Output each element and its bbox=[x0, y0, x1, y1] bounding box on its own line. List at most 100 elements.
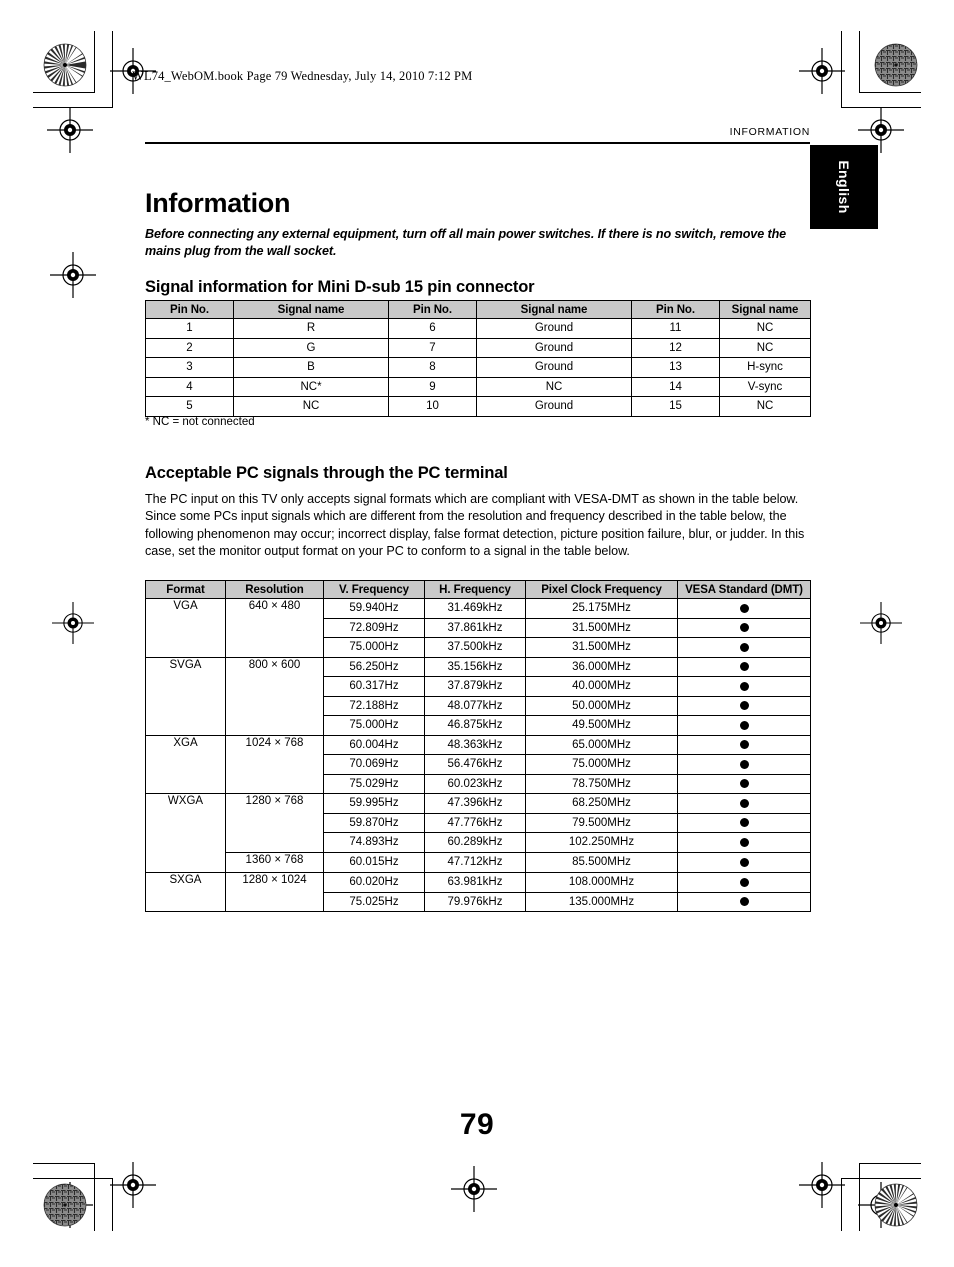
vesa-standard-cell bbox=[677, 715, 811, 736]
registration-crosshair-icon bbox=[50, 252, 96, 298]
format-cell: VGA bbox=[145, 598, 226, 658]
lead-warning-note: Before connecting any external equipment… bbox=[145, 226, 787, 259]
star-target-icon bbox=[43, 43, 87, 92]
h-freq-cell: 37.879kHz bbox=[424, 676, 526, 697]
vesa-standard-cell bbox=[677, 851, 811, 873]
column-header: Resolution bbox=[225, 580, 324, 599]
star-target-icon bbox=[874, 1183, 918, 1232]
column-header: H. Frequency bbox=[424, 580, 526, 599]
table-row: VGA 640 × 480 59.940Hz 31.469kHz 25.175MHz bbox=[145, 598, 811, 658]
table-cell: Ground bbox=[476, 357, 632, 378]
table-cell: Ground bbox=[476, 396, 632, 417]
filled-circle-icon bbox=[739, 759, 749, 769]
column-header: Pin No. bbox=[145, 300, 234, 319]
section-heading-acceptable-pc-signals: Acceptable PC signals through the PC ter… bbox=[145, 463, 508, 482]
pixel-clock-cell: 85.500MHz bbox=[525, 851, 678, 873]
v-freq-cell: 60.004Hz bbox=[323, 734, 425, 755]
table-header-row: Format Resolution V. Frequency H. Freque… bbox=[145, 580, 811, 599]
column-header: Signal name bbox=[719, 300, 811, 319]
v-freq-cell: 74.893Hz bbox=[323, 832, 425, 853]
running-head: INFORMATION bbox=[729, 126, 810, 138]
h-freq-cell: 47.712kHz bbox=[424, 851, 526, 873]
pixel-clock-cell: 40.000MHz bbox=[525, 676, 678, 697]
v-freq-cell: 72.188Hz bbox=[323, 695, 425, 716]
table-cell: 7 bbox=[388, 337, 477, 358]
registration-crosshair-icon bbox=[860, 602, 902, 644]
v-freq-cell: 75.000Hz bbox=[323, 637, 425, 658]
filled-circle-icon bbox=[739, 603, 749, 613]
filled-circle-icon bbox=[739, 720, 749, 730]
trim-line bbox=[859, 31, 860, 93]
vesa-standard-cell bbox=[677, 734, 811, 755]
v-freq-cell: 59.940Hz bbox=[323, 598, 425, 619]
registration-crosshair-icon bbox=[799, 48, 845, 94]
pixel-clock-cell: 31.500MHz bbox=[525, 637, 678, 658]
format-cell: SVGA bbox=[145, 656, 226, 736]
language-tab-label: English bbox=[836, 160, 852, 214]
resolution-cell: 800 × 600 bbox=[225, 656, 324, 736]
column-header: Pin No. bbox=[388, 300, 477, 319]
v-freq-cell: 59.870Hz bbox=[323, 812, 425, 833]
filled-circle-icon bbox=[739, 857, 749, 867]
vesa-standard-cell bbox=[677, 676, 811, 697]
h-freq-cell: 79.976kHz bbox=[424, 891, 526, 912]
h-freq-cell: 60.289kHz bbox=[424, 832, 526, 853]
table-cell: Ground bbox=[476, 318, 632, 339]
table-header-row: Pin No. Signal name Pin No. Signal name … bbox=[145, 300, 811, 319]
format-cell: WXGA bbox=[145, 793, 226, 873]
header-rule bbox=[145, 142, 810, 144]
pixel-clock-cell: 31.500MHz bbox=[525, 617, 678, 638]
pixel-clock-cell: 78.750MHz bbox=[525, 773, 678, 794]
trim-line bbox=[94, 1163, 95, 1231]
h-freq-cell: 63.981kHz bbox=[424, 872, 526, 893]
table-cell: Ground bbox=[476, 337, 632, 358]
registration-crosshair-icon bbox=[451, 1166, 497, 1212]
table-cell: R bbox=[233, 318, 389, 339]
vesa-standard-cell bbox=[677, 832, 811, 853]
registration-crosshair-icon bbox=[47, 107, 93, 153]
table-cell: 4 bbox=[145, 376, 234, 397]
job-slug-line: WL74_WebOM.book Page 79 Wednesday, July … bbox=[132, 69, 473, 83]
table-cell: 12 bbox=[631, 337, 720, 358]
column-header: VESA Standard (DMT) bbox=[677, 580, 811, 599]
pixel-clock-cell: 79.500MHz bbox=[525, 812, 678, 833]
filled-circle-icon bbox=[739, 701, 749, 711]
v-freq-cell: 59.995Hz bbox=[323, 793, 425, 814]
table-cell: NC* bbox=[233, 376, 389, 397]
table-cell: 3 bbox=[145, 357, 234, 378]
vesa-standard-cell bbox=[677, 812, 811, 833]
column-header: Pin No. bbox=[631, 300, 720, 319]
table-row: 3 B 8 Ground 13 H-sync bbox=[145, 357, 811, 378]
trim-line bbox=[33, 1178, 113, 1179]
table-cell: 13 bbox=[631, 357, 720, 378]
vesa-standard-cell bbox=[677, 754, 811, 775]
table-cell: 9 bbox=[388, 376, 477, 397]
format-cell: SXGA bbox=[145, 872, 226, 912]
registration-crosshair-icon bbox=[52, 602, 94, 644]
filled-circle-icon bbox=[739, 897, 749, 907]
trim-line bbox=[33, 92, 95, 93]
vesa-standard-cell bbox=[677, 773, 811, 794]
vesa-standard-cell bbox=[677, 617, 811, 638]
pixel-clock-cell: 135.000MHz bbox=[525, 891, 678, 912]
trim-line bbox=[33, 1163, 95, 1164]
v-freq-cell: 60.317Hz bbox=[323, 676, 425, 697]
pixel-clock-cell: 49.500MHz bbox=[525, 715, 678, 736]
filled-circle-icon bbox=[739, 662, 749, 672]
page-title: Information bbox=[145, 188, 291, 219]
v-freq-cell: 56.250Hz bbox=[323, 656, 425, 677]
table-cell: NC bbox=[233, 396, 389, 417]
table-footnote: * NC = not connected bbox=[145, 416, 255, 428]
trim-line bbox=[841, 1178, 921, 1179]
star-target-icon bbox=[43, 1183, 87, 1232]
h-freq-cell: 56.476kHz bbox=[424, 754, 526, 775]
table-cell: 15 bbox=[631, 396, 720, 417]
h-freq-cell: 31.469kHz bbox=[424, 598, 526, 619]
vesa-standard-cell bbox=[677, 872, 811, 893]
resolution-cell: 640 × 480 bbox=[225, 598, 324, 658]
table-cell: 14 bbox=[631, 376, 720, 397]
trim-line bbox=[859, 1163, 921, 1164]
v-freq-cell: 60.015Hz bbox=[323, 851, 425, 873]
table-cell: 2 bbox=[145, 337, 234, 358]
registration-crosshair-icon bbox=[799, 1162, 845, 1208]
